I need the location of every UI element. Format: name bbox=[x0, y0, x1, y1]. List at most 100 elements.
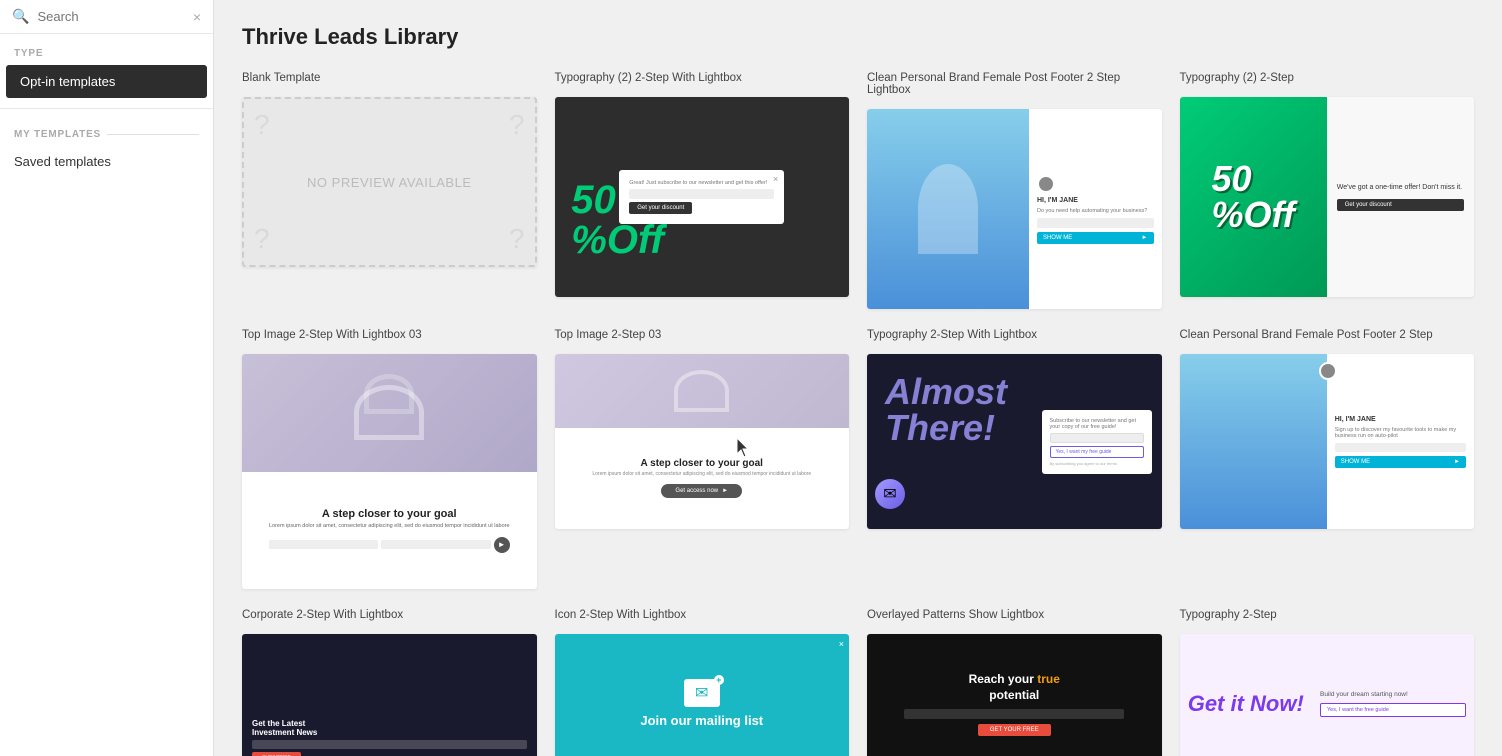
cpb-show-btn: SHOW ME ► bbox=[1037, 232, 1154, 244]
cpb2-btn: SHOW ME ► bbox=[1335, 456, 1466, 468]
typo2-right: We've got a one-time offer! Don't miss i… bbox=[1327, 174, 1474, 221]
icon-lb-close: × bbox=[839, 639, 844, 649]
cpb2-image bbox=[1180, 354, 1327, 529]
get-it-now: Get it Now! bbox=[1188, 692, 1304, 716]
template-label-overlayed: Overlayed Patterns Show Lightbox bbox=[867, 609, 1162, 628]
template-card-typo2-b[interactable]: Typography 2-Step Get it Now! Build your… bbox=[1180, 609, 1475, 756]
typo2b-sub: Build your dream starting now! bbox=[1320, 691, 1466, 698]
template-card-topimg-lb[interactable]: Top Image 2-Step With Lightbox 03 A step… bbox=[242, 329, 537, 589]
topimg-03-lower: A step closer to your goal Lorem ipsum d… bbox=[580, 428, 823, 530]
main-content: Thrive Leads Library Blank Template ? ? … bbox=[214, 0, 1502, 756]
my-templates-label: MY TEMPLATES bbox=[0, 119, 213, 146]
mail-graphic: ✉ bbox=[875, 479, 905, 509]
cpb-name: HI, I'M JANE bbox=[1037, 197, 1154, 204]
template-card-cpb2[interactable]: Clean Personal Brand Female Post Footer … bbox=[1180, 329, 1475, 589]
template-label-topimg-03: Top Image 2-Step 03 bbox=[555, 329, 850, 348]
template-preview-typo2-b[interactable]: Get it Now! Build your dream starting no… bbox=[1180, 634, 1475, 756]
topimg-03-headline: A step closer to your goal bbox=[641, 458, 763, 469]
almost-sub: Subscribe to our newsletter and get your… bbox=[1050, 418, 1144, 430]
template-card-topimg-03[interactable]: Top Image 2-Step 03 A step closer to you… bbox=[555, 329, 850, 589]
template-preview-cpb[interactable]: HI, I'M JANE Do you need help automating… bbox=[867, 109, 1162, 309]
template-card-typo-2step-lb[interactable]: Typography 2-Step With Lightbox AlmostTh… bbox=[867, 329, 1162, 589]
search-input[interactable] bbox=[37, 9, 184, 24]
template-preview-typo2[interactable]: 50%Off We've got a one-time offer! Don't… bbox=[1180, 97, 1475, 297]
qmark-br: ? bbox=[509, 223, 525, 255]
template-preview-corporate[interactable]: Get the LatestInvestment News SUBSCRIBE bbox=[242, 634, 537, 756]
corp-input bbox=[252, 740, 527, 749]
template-preview-topimg-lb[interactable]: A step closer to your goal Lorem ipsum d… bbox=[242, 354, 537, 589]
typo-lb-modal: × Great! Just subscribe to our newslette… bbox=[619, 170, 784, 224]
name-input bbox=[269, 540, 378, 549]
search-icon: 🔍 bbox=[12, 8, 29, 25]
cpb-sub: Do you need help automating your busines… bbox=[1037, 208, 1154, 214]
template-label-typo-lb: Typography (2) 2-Step With Lightbox bbox=[555, 72, 850, 91]
overlayed-email bbox=[904, 709, 1124, 719]
template-label-corporate: Corporate 2-Step With Lightbox bbox=[242, 609, 537, 628]
qmark-tr: ? bbox=[509, 109, 525, 141]
corp-btn: SUBSCRIBE bbox=[252, 752, 301, 756]
template-card-icon-lb[interactable]: Icon 2-Step With Lightbox × ✉ + Join our… bbox=[555, 609, 850, 756]
arch-graphic-2 bbox=[364, 374, 414, 414]
typo2-sub: We've got a one-time offer! Don't miss i… bbox=[1337, 184, 1464, 191]
template-label-blank: Blank Template bbox=[242, 72, 537, 91]
sidebar: 🔍 × TYPE Opt-in templates MY TEMPLATES S… bbox=[0, 0, 214, 756]
template-label-icon-lb: Icon 2-Step With Lightbox bbox=[555, 609, 850, 628]
template-preview-overlayed[interactable]: Reach your truepotential GET YOUR FREE bbox=[867, 634, 1162, 756]
template-card-corporate[interactable]: Corporate 2-Step With Lightbox Get the L… bbox=[242, 609, 537, 756]
typo2b-left: Get it Now! bbox=[1180, 684, 1313, 724]
template-label-cpb2: Clean Personal Brand Female Post Footer … bbox=[1180, 329, 1475, 348]
template-card-typo-lb[interactable]: Typography (2) 2-Step With Lightbox 50%O… bbox=[555, 72, 850, 309]
close-icon[interactable]: × bbox=[193, 9, 201, 25]
template-preview-icon-lb[interactable]: × ✉ + Join our mailing list bbox=[555, 634, 850, 756]
template-preview-typo-2step-lb[interactable]: AlmostThere! Subscribe to our newsletter… bbox=[867, 354, 1162, 529]
template-preview-cpb2[interactable]: HI, I'M JANE Sign up to discover my favo… bbox=[1180, 354, 1475, 529]
email-input bbox=[381, 540, 490, 549]
almost-privacy: By subscribing you agree to our terms bbox=[1050, 461, 1144, 466]
envelope-icon: ✉ + bbox=[684, 679, 720, 707]
modal-close-icon: × bbox=[773, 174, 778, 184]
typo2-btn: Get your discount bbox=[1337, 199, 1464, 211]
cpb-content: HI, I'M JANE Do you need help automating… bbox=[1029, 165, 1162, 254]
topimg-lower: A step closer to your goal Lorem ipsum d… bbox=[255, 472, 524, 590]
typo2b-right: Build your dream starting now! Yes, I wa… bbox=[1312, 681, 1474, 727]
overlayed-btn: GET YOUR FREE bbox=[978, 724, 1051, 736]
no-preview-text: NO PREVIEW AVAILABLE bbox=[297, 165, 482, 200]
arch-03 bbox=[674, 370, 729, 412]
fifty-off-big: 50%Off bbox=[1211, 161, 1294, 233]
template-card-typo2[interactable]: Typography (2) 2-Step 50%Off We've got a… bbox=[1180, 72, 1475, 309]
template-card-cpb[interactable]: Clean Personal Brand Female Post Footer … bbox=[867, 72, 1162, 309]
topimg-03-upper bbox=[555, 354, 850, 428]
template-card-overlayed[interactable]: Overlayed Patterns Show Lightbox Reach y… bbox=[867, 609, 1162, 756]
cpb2-content: HI, I'M JANE Sign up to discover my favo… bbox=[1327, 406, 1474, 478]
template-label-cpb: Clean Personal Brand Female Post Footer … bbox=[867, 72, 1162, 103]
almost-btn: Yes, I want my free guide bbox=[1050, 446, 1144, 458]
template-card-blank[interactable]: Blank Template ? ? ? ? NO PREVIEW AVAILA… bbox=[242, 72, 537, 309]
topimg-headline: A step closer to your goal bbox=[322, 508, 457, 520]
cpb2-sub: Sign up to discover my favourite tools t… bbox=[1335, 427, 1466, 439]
template-grid: Blank Template ? ? ? ? NO PREVIEW AVAILA… bbox=[242, 72, 1474, 756]
almost-modal: Subscribe to our newsletter and get your… bbox=[1042, 410, 1152, 474]
cpb2-name: HI, I'M JANE bbox=[1335, 416, 1466, 423]
template-label-typo2-b: Typography 2-Step bbox=[1180, 609, 1475, 628]
cpb-avatar bbox=[1037, 175, 1055, 193]
submit-btn: ► bbox=[494, 537, 510, 553]
sidebar-item-opt-in-templates[interactable]: Opt-in templates bbox=[6, 65, 207, 98]
template-preview-topimg-03[interactable]: A step closer to your goal Lorem ipsum d… bbox=[555, 354, 850, 529]
page-title: Thrive Leads Library bbox=[242, 24, 1474, 50]
template-label-topimg-lb: Top Image 2-Step With Lightbox 03 bbox=[242, 329, 537, 348]
almost-email bbox=[1050, 433, 1144, 443]
template-preview-typo-lb[interactable]: 50%Off × Great! Just subscribe to our ne… bbox=[555, 97, 850, 297]
sidebar-divider bbox=[0, 108, 213, 109]
sidebar-item-saved-templates[interactable]: Saved templates bbox=[0, 146, 213, 177]
template-preview-blank[interactable]: ? ? ? ? NO PREVIEW AVAILABLE bbox=[242, 97, 537, 267]
corp-title: Get the LatestInvestment News bbox=[252, 719, 317, 737]
qmark-tl: ? bbox=[254, 109, 270, 141]
typo2b-btn: Yes, I want the free guide bbox=[1320, 703, 1466, 717]
topimg-sub: Lorem ipsum dolor sit amet, consectetur … bbox=[269, 523, 510, 531]
cpb-email-input bbox=[1037, 218, 1154, 228]
topimg-upper bbox=[242, 354, 537, 472]
cpb2-email bbox=[1335, 443, 1466, 452]
topimg-03-sub: Lorem ipsum dolor sit amet, consectetur … bbox=[592, 471, 811, 478]
icon-lb-title: Join our mailing list bbox=[640, 713, 763, 729]
qmark-bl: ? bbox=[254, 223, 270, 255]
